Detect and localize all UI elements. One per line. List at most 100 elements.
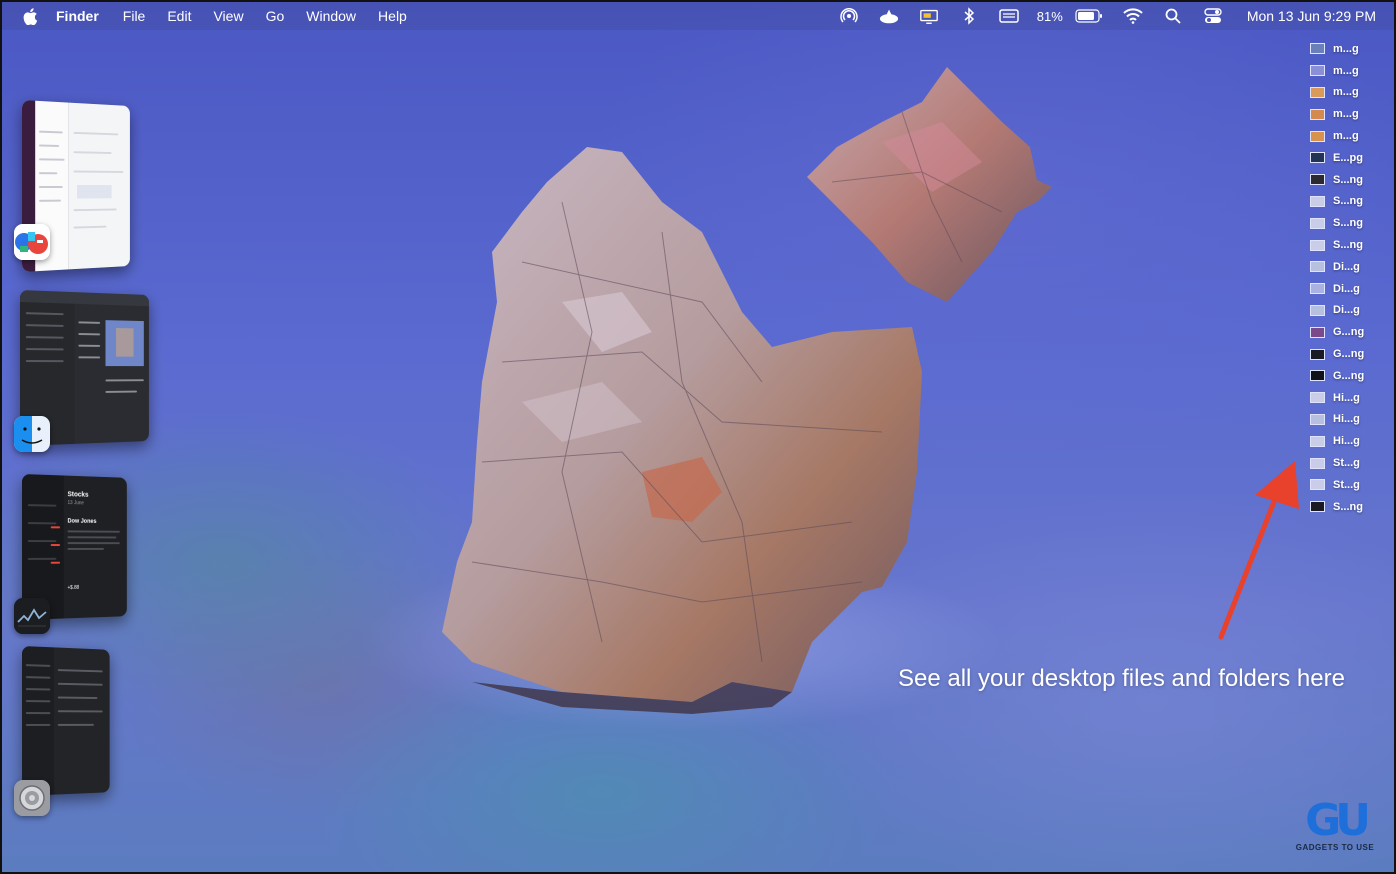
airdrop-icon[interactable] bbox=[839, 7, 859, 25]
desktop-file-item[interactable]: G...ng bbox=[1310, 321, 1382, 343]
desktop-file-item[interactable]: Hi...g bbox=[1310, 409, 1382, 431]
watermark-tagline: GADGETS TO USE bbox=[1295, 843, 1375, 852]
file-name-label: Hi...g bbox=[1333, 435, 1360, 448]
desktop-file-item[interactable]: S...ng bbox=[1310, 169, 1382, 191]
desktop-file-item[interactable]: Di...g bbox=[1310, 278, 1382, 300]
file-name-label: m...g bbox=[1333, 64, 1359, 77]
file-name-label: m...g bbox=[1333, 86, 1359, 99]
battery-percent: 81% bbox=[1036, 8, 1063, 24]
desktop-file-item[interactable]: S...ng bbox=[1310, 496, 1382, 518]
desktop-file-item[interactable]: m...g bbox=[1310, 125, 1382, 147]
file-thumbnail-icon bbox=[1310, 501, 1325, 513]
file-name-label: Di...g bbox=[1333, 260, 1360, 273]
file-thumbnail-icon bbox=[1310, 304, 1325, 316]
desktop-file-item[interactable]: Di...g bbox=[1310, 256, 1382, 278]
file-thumbnail-icon bbox=[1310, 413, 1325, 425]
file-name-label: St...g bbox=[1333, 478, 1360, 491]
menu-go[interactable]: Go bbox=[266, 8, 285, 24]
file-name-label: Hi...g bbox=[1333, 391, 1360, 404]
file-thumbnail-icon bbox=[1310, 283, 1325, 295]
desktop-file-item[interactable]: m...g bbox=[1310, 82, 1382, 104]
menu-view[interactable]: View bbox=[213, 8, 243, 24]
file-thumbnail-icon bbox=[1310, 457, 1325, 469]
status-area: 81% Mon 13 Jun 9:29 PM bbox=[829, 2, 1394, 30]
file-name-label: S...ng bbox=[1333, 195, 1363, 208]
menubar-extra-icon[interactable] bbox=[879, 7, 899, 25]
file-thumbnail-icon bbox=[1310, 435, 1325, 447]
desktop-file-item[interactable]: S...ng bbox=[1310, 191, 1382, 213]
file-thumbnail-icon bbox=[1310, 152, 1325, 164]
desktop-file-item[interactable]: E...pg bbox=[1310, 147, 1382, 169]
watermark-logo-mark: GU bbox=[1305, 795, 1371, 846]
file-name-label: E...pg bbox=[1333, 151, 1363, 164]
file-name-label: S...ng bbox=[1333, 500, 1363, 513]
file-name-label: G...ng bbox=[1333, 326, 1365, 339]
stocks-date: 13 June bbox=[67, 500, 84, 507]
menu-help[interactable]: Help bbox=[378, 8, 407, 24]
slack-icon[interactable] bbox=[14, 224, 50, 260]
file-name-label: G...ng bbox=[1333, 348, 1365, 361]
file-thumbnail-icon bbox=[1310, 65, 1325, 77]
stocks-value: +$.88 bbox=[67, 584, 80, 591]
file-thumbnail-icon bbox=[1310, 239, 1325, 251]
settings-icon[interactable] bbox=[14, 780, 50, 816]
watermark-logo: GU GADGETS TO USE bbox=[1290, 795, 1380, 853]
search-icon[interactable] bbox=[1163, 7, 1183, 25]
desktop: Finder File Edit View Go Window Help 81% bbox=[0, 0, 1396, 874]
file-name-label: S...ng bbox=[1333, 173, 1363, 186]
desktop-file-item[interactable]: G...ng bbox=[1310, 365, 1382, 387]
file-thumbnail-icon bbox=[1310, 392, 1325, 404]
file-thumbnail-icon bbox=[1310, 217, 1325, 229]
file-name-label: Di...g bbox=[1333, 304, 1360, 317]
desktop-file-item[interactable]: Hi...g bbox=[1310, 387, 1382, 409]
desktop-file-item[interactable]: m...g bbox=[1310, 60, 1382, 82]
file-thumbnail-icon bbox=[1310, 108, 1325, 120]
menu-bar-clock[interactable]: Mon 13 Jun 9:29 PM bbox=[1247, 8, 1376, 24]
file-name-label: St...g bbox=[1333, 457, 1360, 470]
wallpaper bbox=[2, 2, 1394, 872]
stocks-title: Stocks bbox=[67, 491, 89, 499]
wallpaper-rocks bbox=[362, 67, 1052, 732]
finder-icon[interactable] bbox=[14, 416, 50, 452]
file-thumbnail-icon bbox=[1310, 130, 1325, 142]
control-center-icon[interactable] bbox=[1203, 7, 1223, 25]
file-name-label: m...g bbox=[1333, 130, 1359, 143]
keyboard-icon[interactable] bbox=[999, 7, 1019, 25]
desktop-file-item[interactable]: m...g bbox=[1310, 103, 1382, 125]
file-thumbnail-icon bbox=[1310, 43, 1325, 55]
pointer-arrow bbox=[1218, 461, 1299, 640]
wifi-icon[interactable] bbox=[1123, 7, 1143, 25]
file-thumbnail-icon bbox=[1310, 86, 1325, 98]
battery-icon[interactable] bbox=[1075, 7, 1103, 25]
file-name-label: G...ng bbox=[1333, 369, 1365, 382]
menu-bar: Finder File Edit View Go Window Help 81% bbox=[2, 2, 1394, 30]
file-name-label: S...ng bbox=[1333, 217, 1363, 230]
stocks-icon[interactable] bbox=[14, 598, 50, 634]
file-thumbnail-icon bbox=[1310, 261, 1325, 273]
desktop-file-item[interactable]: Di...g bbox=[1310, 300, 1382, 322]
file-name-label: Di...g bbox=[1333, 282, 1360, 295]
desktop-file-item[interactable]: St...g bbox=[1310, 452, 1382, 474]
file-thumbnail-icon bbox=[1310, 195, 1325, 207]
menu-window[interactable]: Window bbox=[306, 8, 356, 24]
desktop-file-item[interactable]: S...ng bbox=[1310, 234, 1382, 256]
desktop-file-item[interactable]: St...g bbox=[1310, 474, 1382, 496]
stage-manager-strip: Stocks 13 June Dow Jones +$.88 bbox=[2, 2, 182, 872]
bluetooth-icon[interactable] bbox=[959, 7, 979, 25]
desktop-file-item[interactable]: m...g bbox=[1310, 38, 1382, 60]
annotation-caption: See all your desktop files and folders h… bbox=[898, 665, 1345, 692]
file-name-label: Hi...g bbox=[1333, 413, 1360, 426]
desktop-file-item[interactable]: G...ng bbox=[1310, 343, 1382, 365]
file-thumbnail-icon bbox=[1310, 174, 1325, 186]
file-name-label: m...g bbox=[1333, 108, 1359, 121]
file-name-label: S...ng bbox=[1333, 239, 1363, 252]
desktop-file-item[interactable]: Hi...g bbox=[1310, 430, 1382, 452]
file-thumbnail-icon bbox=[1310, 370, 1325, 382]
file-thumbnail-icon bbox=[1310, 479, 1325, 491]
display-icon[interactable] bbox=[919, 7, 939, 25]
file-thumbnail-icon bbox=[1310, 348, 1325, 360]
file-name-label: m...g bbox=[1333, 42, 1359, 55]
stage-window-settings[interactable] bbox=[22, 646, 110, 796]
desktop-file-stack: m...g m...g m...g m...g m...g E...pg S...ng S..… bbox=[1310, 38, 1382, 518]
desktop-file-item[interactable]: S...ng bbox=[1310, 212, 1382, 234]
